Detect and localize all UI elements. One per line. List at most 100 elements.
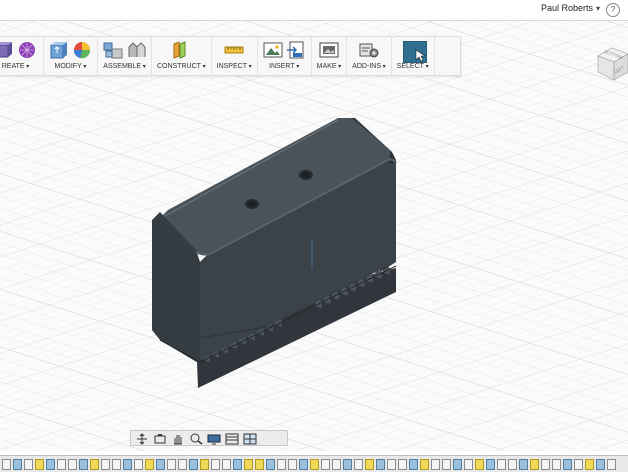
timeline-feature-icon[interactable] <box>607 458 616 470</box>
timeline-feature-icon[interactable] <box>255 458 264 470</box>
help-icon[interactable]: ? <box>606 3 620 17</box>
toolbar-group-modify[interactable]: MODIFY <box>44 37 98 75</box>
timeline-feature-icon[interactable] <box>343 458 352 470</box>
timeline-feature-icon[interactable] <box>46 458 55 470</box>
insert-mesh-icon[interactable] <box>286 41 306 59</box>
timeline-feature-icon[interactable] <box>563 458 572 470</box>
appearance-icon[interactable] <box>72 41 92 59</box>
pattern-grid-icon[interactable] <box>17 41 37 59</box>
timeline-feature-icon[interactable] <box>398 458 407 470</box>
timeline-feature-icon[interactable] <box>233 458 242 470</box>
timeline-feature-icon[interactable] <box>321 458 330 470</box>
viewports-icon[interactable] <box>243 432 257 445</box>
scripts-icon[interactable] <box>359 41 379 59</box>
timeline-feature-icon[interactable] <box>420 458 429 470</box>
display-settings-icon[interactable] <box>207 432 221 445</box>
timeline-feature-icon[interactable] <box>244 458 253 470</box>
toolbar-group-label[interactable]: CONSTRUCT <box>157 63 206 70</box>
timeline-feature-icon[interactable] <box>552 458 561 470</box>
timeline-feature-icon[interactable] <box>464 458 473 470</box>
timeline-feature-icon[interactable] <box>156 458 165 470</box>
timeline-feature-icon[interactable] <box>530 458 539 470</box>
toolbar-group-inspect[interactable]: INSPECT <box>212 37 258 75</box>
timeline-feature-icon[interactable] <box>189 458 198 470</box>
timeline-feature-icon[interactable] <box>409 458 418 470</box>
grid-settings-icon[interactable] <box>225 432 239 445</box>
orbit-icon[interactable] <box>135 432 149 445</box>
toolbar-group-label[interactable]: ASSEMBLE <box>103 63 145 70</box>
insert-image-icon[interactable] <box>263 41 283 59</box>
timeline-feature-icon[interactable] <box>354 458 363 470</box>
timeline-feature-icon[interactable] <box>299 458 308 470</box>
timeline-feature-icon[interactable] <box>123 458 132 470</box>
timeline-feature-icon[interactable] <box>266 458 275 470</box>
timeline-feature-icon[interactable] <box>486 458 495 470</box>
zoom-icon[interactable] <box>189 432 203 445</box>
toolbar-group-construct[interactable]: CONSTRUCT <box>152 37 212 75</box>
timeline-feature-icon[interactable] <box>68 458 77 470</box>
toolbar-group-assemble[interactable]: ASSEMBLE <box>98 37 152 75</box>
timeline-feature-icon[interactable] <box>541 458 550 470</box>
user-menu[interactable]: Paul Roberts <box>541 3 600 13</box>
offset-plane-icon[interactable] <box>171 41 191 59</box>
timeline-feature-icon[interactable] <box>200 458 209 470</box>
measure-icon[interactable] <box>224 41 244 59</box>
timeline-feature-icon[interactable] <box>508 458 517 470</box>
press-pull-icon[interactable] <box>49 41 69 59</box>
timeline-feature-icon[interactable] <box>2 458 11 470</box>
toolbar-group-add-ins[interactable]: ADD-INS <box>347 37 392 75</box>
timeline-feature-icon[interactable] <box>211 458 220 470</box>
toolbar-group-label[interactable]: REATE <box>2 63 30 70</box>
timeline-feature-icon[interactable] <box>387 458 396 470</box>
viewcube[interactable]: BOTTOM LEFT <box>596 44 628 84</box>
timeline-feature-icon[interactable] <box>134 458 143 470</box>
timeline-feature-icon[interactable] <box>574 458 583 470</box>
timeline-feature-icon[interactable] <box>288 458 297 470</box>
toolbar-group-make[interactable]: MAKE <box>312 37 348 75</box>
timeline-feature-icon[interactable] <box>277 458 286 470</box>
design-canvas[interactable] <box>0 21 628 451</box>
timeline-feature-icon[interactable] <box>310 458 319 470</box>
toolbar-group-label[interactable]: SELECT <box>397 63 429 70</box>
timeline-feature-icon[interactable] <box>13 458 22 470</box>
select-arrow-icon[interactable] <box>402 40 428 64</box>
timeline-feature-icon[interactable] <box>442 458 451 470</box>
toolbar-group-reate[interactable]: REATE <box>0 37 44 75</box>
timeline-feature-icon[interactable] <box>79 458 88 470</box>
box-icon[interactable] <box>0 41 14 59</box>
toolbar-group-label[interactable]: MAKE <box>317 63 342 70</box>
new-component-icon[interactable] <box>103 41 123 59</box>
timeline-feature-icon[interactable] <box>57 458 66 470</box>
timeline-feature-icon[interactable] <box>431 458 440 470</box>
timeline-feature-icon[interactable] <box>222 458 231 470</box>
timeline-feature-icon[interactable] <box>101 458 110 470</box>
timeline-feature-icon[interactable] <box>365 458 374 470</box>
toolbar-group-label[interactable]: MODIFY <box>55 63 87 70</box>
toolbar-group-label[interactable]: INSPECT <box>217 63 252 70</box>
timeline-feature-icon[interactable] <box>112 458 121 470</box>
look-at-icon[interactable] <box>153 432 167 444</box>
pan-icon[interactable] <box>171 432 185 445</box>
mounting-hole <box>245 199 259 209</box>
timeline-feature-icon[interactable] <box>519 458 528 470</box>
timeline-feature-icon[interactable] <box>24 458 33 470</box>
timeline-feature-icon[interactable] <box>35 458 44 470</box>
toolbar-group-label[interactable]: INSERT <box>269 63 299 70</box>
timeline-feature-icon[interactable] <box>453 458 462 470</box>
timeline-feature-icon[interactable] <box>475 458 484 470</box>
toolbar-group-icons <box>319 37 339 63</box>
3d-print-icon[interactable] <box>319 41 339 59</box>
toolbar-group-insert[interactable]: INSERT <box>258 37 312 75</box>
toolbar-group-select[interactable]: SELECT <box>392 37 435 75</box>
timeline-feature-icon[interactable] <box>90 458 99 470</box>
timeline-feature-icon[interactable] <box>332 458 341 470</box>
timeline-feature-icon[interactable] <box>178 458 187 470</box>
timeline-feature-icon[interactable] <box>585 458 594 470</box>
timeline-feature-icon[interactable] <box>145 458 154 470</box>
timeline-feature-icon[interactable] <box>376 458 385 470</box>
timeline-feature-icon[interactable] <box>497 458 506 470</box>
timeline-feature-icon[interactable] <box>596 458 605 470</box>
joint-icon[interactable] <box>126 41 146 59</box>
timeline-feature-icon[interactable] <box>167 458 176 470</box>
toolbar-group-label[interactable]: ADD-INS <box>352 63 385 70</box>
